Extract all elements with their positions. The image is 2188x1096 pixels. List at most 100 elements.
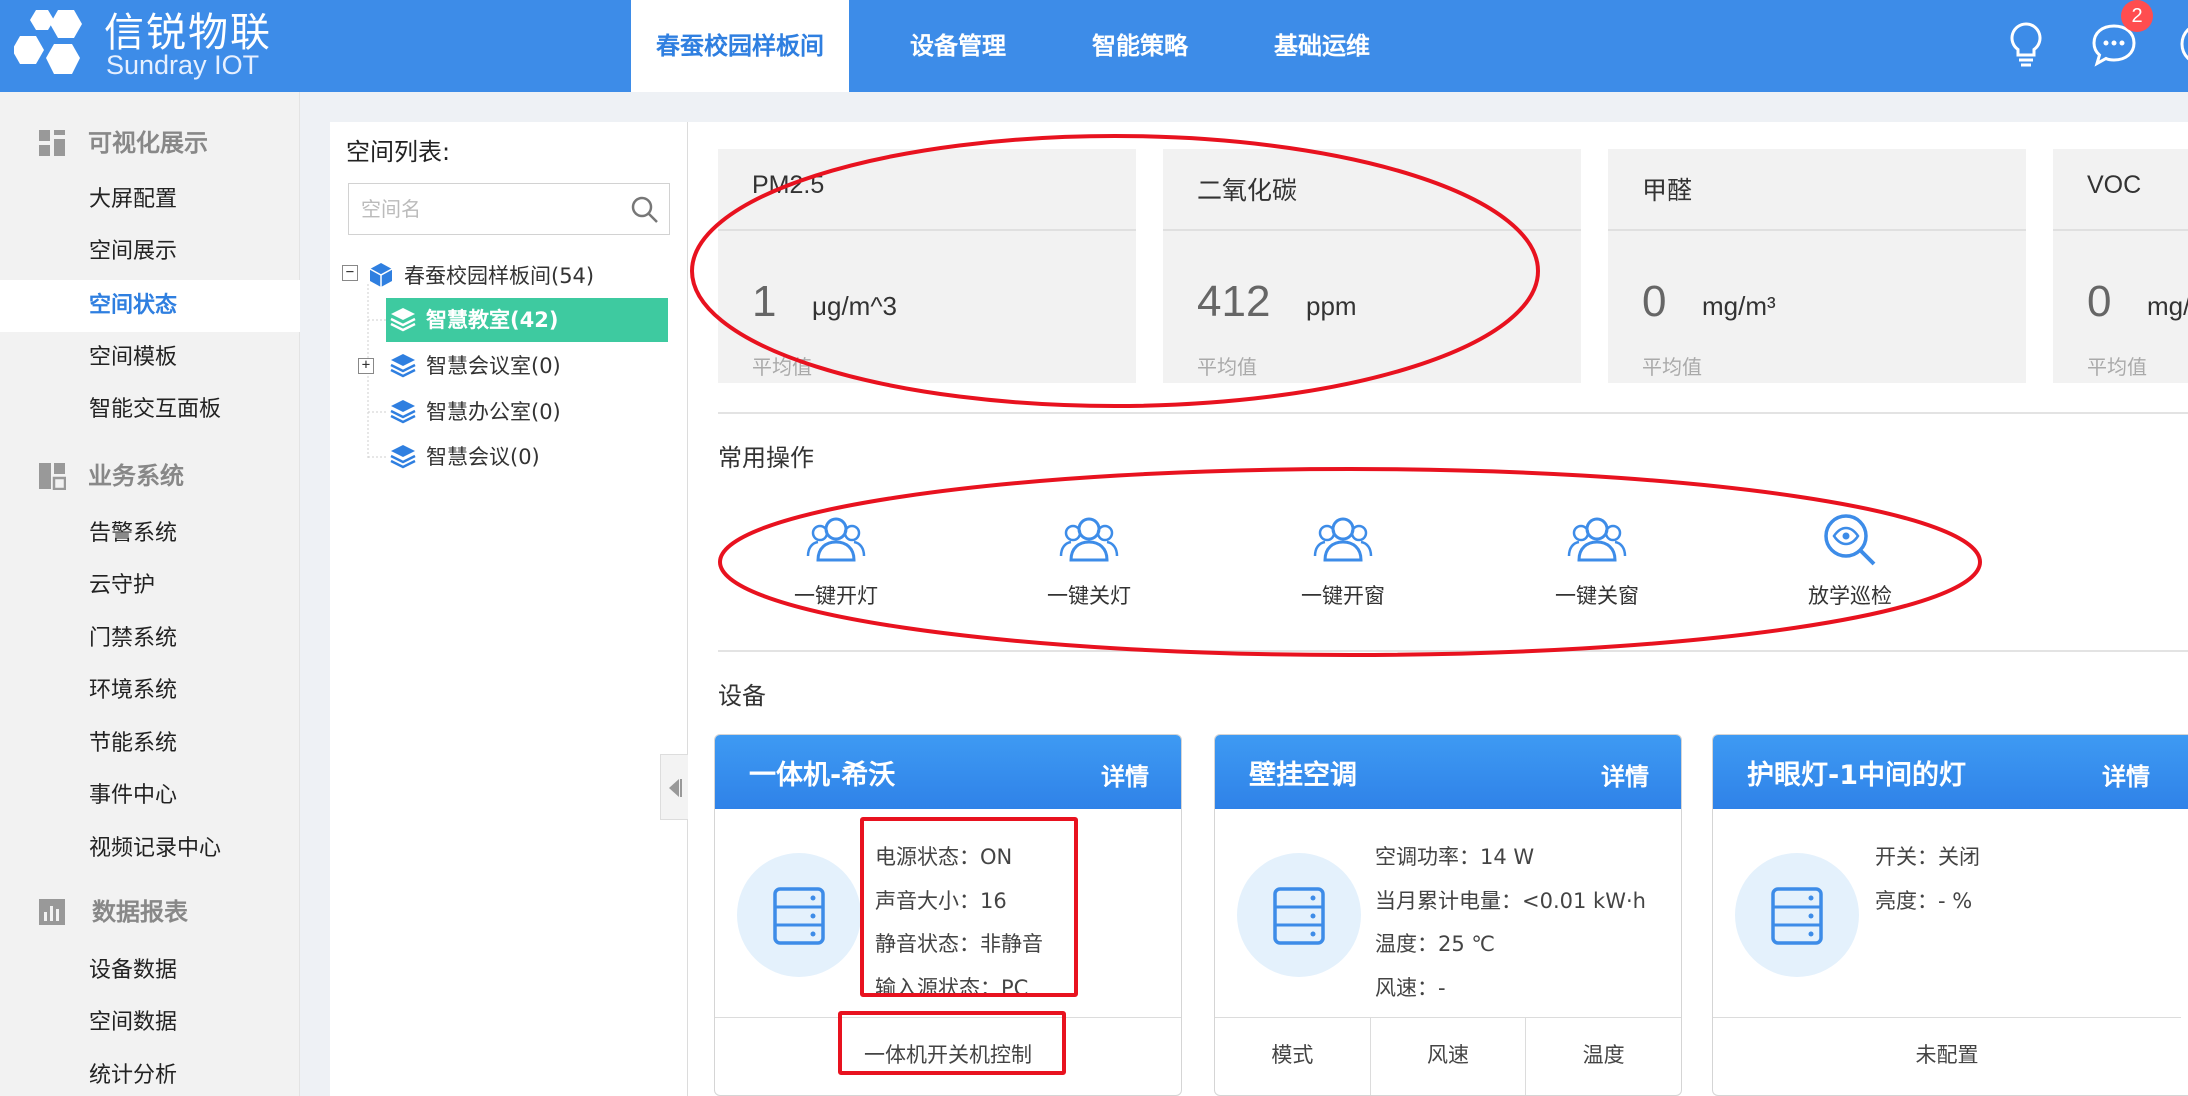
users-icon	[1313, 517, 1373, 562]
operation-label: 放学巡检	[1808, 584, 1892, 608]
layers-icon	[390, 354, 416, 378]
metric-name: 二氧化碳	[1197, 177, 1298, 205]
turn-off-lights-button[interactable]: 一键关灯	[1014, 512, 1164, 632]
sidebar-group-reports[interactable]: 数据报表	[0, 880, 300, 940]
caret-left-icon	[669, 779, 682, 797]
metric-name: PM2.5	[752, 171, 825, 199]
sidebar-item-alarm[interactable]: 告警系统	[0, 508, 300, 560]
sidebar-group-business[interactable]: 业务系统	[0, 444, 300, 504]
after-school-inspection-button[interactable]: 放学巡检	[1775, 512, 1925, 632]
metric-name: 甲醛	[1642, 177, 1693, 205]
device-card-eye-lamp: 护眼灯-1中间的灯 详情 开关：关闭 亮度：- % 未配置	[1712, 734, 2188, 1096]
close-windows-button[interactable]: 一键关窗	[1522, 512, 1672, 632]
metric-caption: 平均值	[2087, 355, 2147, 379]
operation-label: 一键开窗	[1301, 584, 1385, 608]
sidebar-group-visualization[interactable]: 可视化展示	[0, 111, 300, 171]
layers-icon	[390, 400, 416, 424]
metric-card-pm25: PM2.5 1 μg/m^3 平均值	[718, 149, 1136, 383]
device-prop-temperature: 温度：25 ℃	[1375, 932, 1495, 956]
sidebar-item-interactive-panel[interactable]: 智能交互面板	[0, 384, 300, 436]
nav-tab-basic-ops[interactable]: 基础运维	[1249, 0, 1395, 92]
device-icon-badge	[1237, 853, 1361, 977]
sidebar-item-video-records[interactable]: 视频记录中心	[0, 823, 300, 875]
metric-divider	[2053, 229, 2188, 231]
metric-unit: mg/	[2147, 291, 2188, 321]
server-icon	[1771, 887, 1823, 945]
user-menu-icon[interactable]	[2176, 18, 2188, 70]
device-name: 壁挂空调	[1249, 760, 1357, 791]
temperature-button[interactable]: 温度	[1526, 1018, 1681, 1095]
sidebar-group-label: 可视化展示	[88, 129, 208, 157]
turn-on-lights-button[interactable]: 一键开灯	[761, 512, 911, 632]
tree-collapse-toggle[interactable]: −	[342, 265, 358, 281]
nav-tab-smart-strategy[interactable]: 智能策略	[1067, 0, 1213, 92]
device-card-footer: 模式 风速 温度	[1215, 1017, 1681, 1095]
space-tree-panel: 空间列表: − 春蚕校园样板间(54) 智慧教室(42) + 智慧会议室(0) …	[330, 122, 688, 1096]
device-detail-link[interactable]: 详情	[2102, 757, 2150, 792]
top-nav: 春蚕校园样板间 设备管理 智能策略 基础运维	[631, 0, 1431, 92]
sidebar-item-space-template[interactable]: 空间模板	[0, 332, 300, 384]
tree-node-smart-classroom[interactable]: 智慧教室(42)	[426, 298, 558, 342]
sidebar-item-cloud-guard[interactable]: 云守护	[0, 560, 300, 612]
message-count-badge: 2	[2121, 0, 2153, 32]
device-prop-monthly-energy: 当月累计电量：<0.01 kW·h	[1375, 889, 1646, 913]
metric-card-voc: VOC 0 mg/ 平均值	[2053, 149, 2188, 383]
sidebar-item-screen-config[interactable]: 大屏配置	[0, 174, 300, 226]
metric-value: 0	[1642, 277, 1667, 326]
devices-title: 设备	[718, 682, 766, 710]
metric-unit: ppm	[1306, 291, 1357, 321]
section-divider	[718, 650, 2188, 652]
device-icon-badge	[737, 853, 861, 977]
metric-value: 412	[1197, 277, 1271, 326]
panel-collapse-handle[interactable]	[660, 754, 688, 820]
sidebar-item-space-data[interactable]: 空间数据	[0, 997, 300, 1049]
tree-expand-toggle[interactable]: +	[358, 358, 374, 374]
common-operations-title: 常用操作	[718, 444, 814, 472]
sidebar-item-event-center[interactable]: 事件中心	[0, 770, 300, 822]
sidebar-item-access-control[interactable]: 门禁系统	[0, 613, 300, 665]
server-icon	[1273, 887, 1325, 945]
tree-node-smart-meeting[interactable]: 智慧会议(0)	[426, 435, 540, 479]
sidebar-item-energy-saving[interactable]: 节能系统	[0, 718, 300, 770]
lightbulb-icon[interactable]	[2000, 18, 2052, 70]
open-windows-button[interactable]: 一键开窗	[1268, 512, 1418, 632]
operation-label: 一键开灯	[794, 584, 878, 608]
users-icon	[1059, 517, 1119, 562]
sidebar-item-environment[interactable]: 环境系统	[0, 665, 300, 717]
sidebar: 可视化展示 大屏配置 空间展示 空间状态 空间模板 智能交互面板 业务系统 告警…	[0, 92, 300, 1096]
sidebar-item-space-display[interactable]: 空间展示	[0, 226, 300, 278]
sidebar-item-statistics[interactable]: 统计分析	[0, 1050, 300, 1096]
metric-unit: μg/m^3	[812, 291, 897, 321]
tree-node-smart-meeting-room[interactable]: 智慧会议室(0)	[426, 344, 561, 388]
layers-icon	[390, 445, 416, 469]
operation-label: 一键关灯	[1047, 584, 1131, 608]
tree-node-root[interactable]: 春蚕校园样板间(54)	[404, 254, 594, 298]
annotation-rect-power-control	[838, 1011, 1066, 1075]
device-card-footer: 未配置	[1713, 1017, 2181, 1095]
brand-logo-icon	[14, 10, 82, 74]
nav-tab-campus[interactable]: 春蚕校园样板间	[631, 0, 849, 92]
annotation-rect-device-status	[860, 817, 1078, 997]
sidebar-item-device-data[interactable]: 设备数据	[0, 945, 300, 997]
layers-icon	[390, 308, 416, 332]
device-card-header: 护眼灯-1中间的灯 详情	[1713, 735, 2188, 809]
metric-card-formaldehyde: 甲醛 0 mg/m³ 平均值	[1608, 149, 2026, 383]
nav-tab-device-management[interactable]: 设备管理	[885, 0, 1031, 92]
device-icon-badge	[1735, 853, 1859, 977]
metric-value: 1	[752, 277, 777, 326]
tree-node-smart-office[interactable]: 智慧办公室(0)	[426, 390, 561, 434]
device-name: 护眼灯-1中间的灯	[1747, 760, 1966, 791]
dashboard-icon	[39, 130, 65, 156]
device-detail-link[interactable]: 详情	[1101, 757, 1149, 792]
section-divider	[718, 412, 2188, 414]
device-prop-fan-speed: 风速：-	[1375, 976, 1446, 1000]
metric-caption: 平均值	[1642, 355, 1702, 379]
apps-icon	[39, 463, 66, 490]
mode-button[interactable]: 模式	[1215, 1018, 1371, 1095]
sidebar-item-space-status[interactable]: 空间状态	[0, 280, 300, 332]
device-detail-link[interactable]: 详情	[1601, 757, 1649, 792]
brand-name-en: Sundray IOT	[106, 50, 260, 80]
fan-speed-button[interactable]: 风速	[1371, 1018, 1527, 1095]
device-card-air-conditioner: 壁挂空调 详情 空调功率：14 W 当月累计电量：<0.01 kW·h 温度：2…	[1214, 734, 1682, 1096]
device-name: 一体机-希沃	[749, 760, 896, 791]
